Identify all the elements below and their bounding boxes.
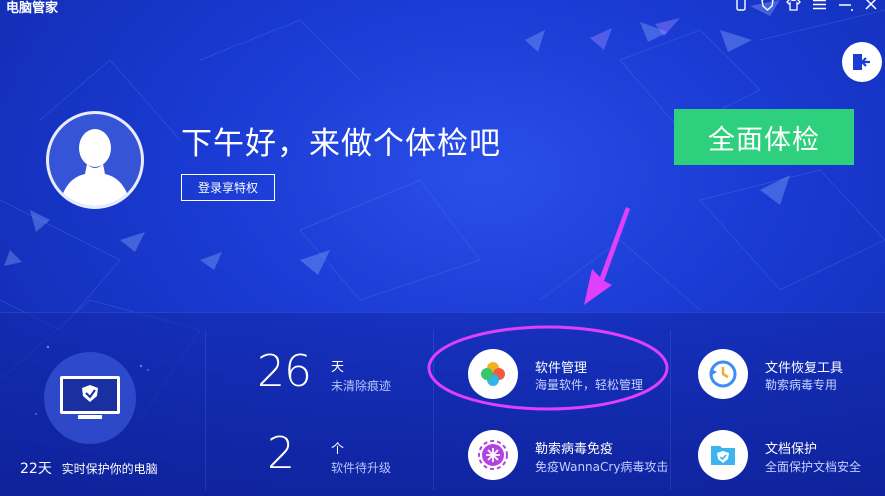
document-protect-title[interactable]: 文档保护	[765, 438, 817, 457]
file-restore-icon[interactable]	[698, 349, 748, 399]
shield-icon[interactable]	[759, 0, 775, 12]
title-bar: 电脑管家	[0, 0, 885, 16]
virus-immune-icon[interactable]	[468, 430, 518, 480]
full-scan-button[interactable]: 全面体检	[674, 109, 854, 165]
stat-trace-days-value[interactable]: 26	[257, 346, 312, 397]
protection-text: 22天 实时保护你的电脑	[20, 458, 158, 478]
stat-trace-days-desc[interactable]: 未清除痕迹	[331, 377, 391, 394]
stat-updates-desc[interactable]: 软件待升级	[331, 459, 391, 476]
highlight-ellipse	[427, 325, 669, 411]
window-controls	[733, 0, 879, 12]
minimize-icon[interactable]	[837, 0, 853, 12]
app-title: 电脑管家	[6, 1, 59, 16]
exit-icon[interactable]	[842, 42, 882, 82]
ransomware-immune-desc: 免疫WannaCry病毒攻击	[535, 460, 669, 474]
protection-days: 22天	[20, 461, 52, 477]
close-icon[interactable]	[863, 0, 879, 12]
stat-updates-value[interactable]: 2	[267, 428, 295, 479]
ransomware-immune-title[interactable]: 勒索病毒免疫	[535, 438, 613, 457]
skin-shirt-icon[interactable]	[785, 0, 801, 12]
user-silhouette-icon	[49, 114, 141, 206]
document-shield-icon[interactable]	[698, 430, 748, 480]
stat-trace-days-unit: 天	[331, 360, 345, 375]
pointer-arrow	[584, 207, 630, 305]
monitor-shield-icon	[60, 376, 120, 419]
protection-label: 实时保护你的电脑	[61, 462, 158, 476]
file-recovery-desc: 勒索病毒专用	[765, 378, 838, 392]
panel-divider	[670, 330, 671, 490]
avatar[interactable]	[46, 111, 144, 209]
protection-status[interactable]	[44, 352, 136, 444]
file-recovery-title[interactable]: 文件恢复工具	[765, 357, 843, 376]
main-window: 电脑管家 下午好，来做个体检吧 登录享特权 全面体检 22天 实时保护你的电脑 …	[0, 0, 885, 496]
document-protect-desc: 全面保护文档安全	[765, 460, 862, 474]
panel-divider	[205, 330, 206, 490]
greeting-text: 下午好，来做个体检吧	[181, 126, 501, 162]
stat-updates-unit: 个	[331, 442, 345, 457]
menu-icon[interactable]	[811, 0, 827, 12]
login-privilege-button[interactable]: 登录享特权	[181, 174, 275, 201]
phone-icon[interactable]	[733, 0, 749, 12]
